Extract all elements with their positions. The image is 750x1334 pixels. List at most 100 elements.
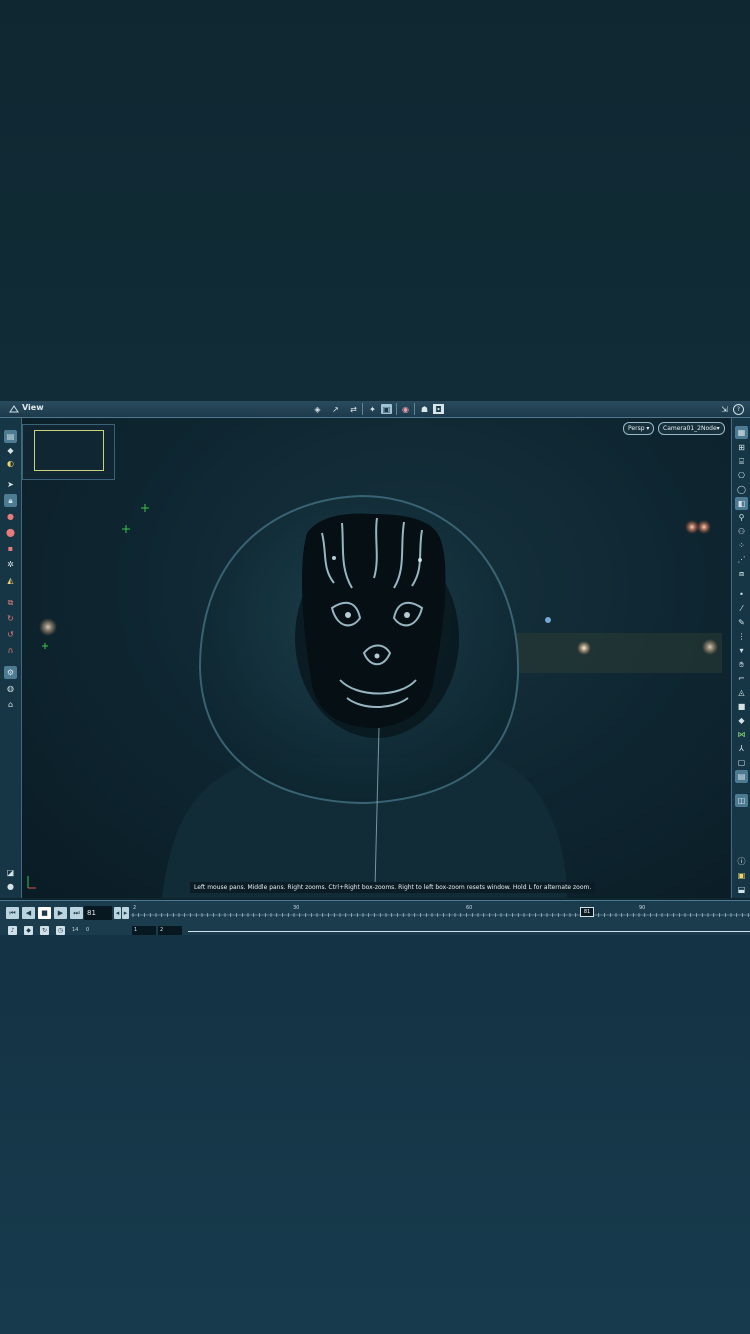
frame-increment-icon[interactable]: ▸ <box>122 907 129 919</box>
tick-label: 60 <box>466 905 473 911</box>
ortho-icon[interactable]: ◯ <box>735 483 748 496</box>
divider <box>396 403 397 415</box>
scene-render <box>27 494 722 898</box>
butterfly-icon[interactable]: ⋈ <box>735 728 748 741</box>
playbar: ⏮ ◀ ■ ▶ ⏭ 81 ◂ ▸ 2 30 60 90 81 ♪ ◆ ↻ ◷ 1… <box>0 900 750 935</box>
pivot-icon[interactable]: ↺ <box>4 628 17 641</box>
persp-icon[interactable]: ⎔ <box>735 469 748 482</box>
camera-menu[interactable]: Camera01_2Node▾ <box>658 422 725 435</box>
diamond-icon[interactable]: ◆ <box>735 714 748 727</box>
houdini-window: View ◈ ↗ ⇄ ✦ ▣ ◉ ☗ ◘ ⇲ ? ▤ ◆ ◐ ➤ 🔒︎ ● ⬤ … <box>0 401 750 935</box>
vertex-icon[interactable]: ⋮ <box>735 630 748 643</box>
transform-icon[interactable]: ✲ <box>4 558 17 571</box>
view-shaded-icon[interactable]: ▣ <box>381 404 392 414</box>
render-region-icon[interactable]: ⚙ <box>4 666 17 679</box>
magnet-red-icon[interactable]: ▪ <box>4 542 17 555</box>
current-frame-field[interactable]: 81 <box>84 906 112 920</box>
viewport-hint: Left mouse pans. Middle pans. Right zoom… <box>190 882 596 893</box>
step-back-icon[interactable]: ◀ <box>22 907 35 919</box>
help-glyph: ? <box>736 406 741 413</box>
range-start-field[interactable]: 1 <box>132 926 156 935</box>
lock-camera-icon[interactable]: ⌸ <box>735 455 748 468</box>
pose-icon[interactable]: ⬤ <box>4 526 17 539</box>
view-render-icon[interactable]: ◉ <box>400 404 411 414</box>
magnet-icon[interactable]: ∩ <box>4 644 17 657</box>
divider <box>362 403 363 415</box>
view-orbit-icon[interactable]: ↗ <box>330 404 341 414</box>
info-icon[interactable]: ⓘ <box>735 855 748 868</box>
edge-icon[interactable]: ⁄ <box>735 602 748 615</box>
box-icon[interactable]: ▢ <box>735 756 748 769</box>
display-icon[interactable]: ▤ <box>4 430 17 443</box>
fill-icon[interactable]: ▾ <box>735 644 748 657</box>
scene-viewport[interactable]: Persp ▾ Camera01_2Node▾ Left mouse pans.… <box>22 418 730 898</box>
jump-start-icon[interactable]: ⏮ <box>6 907 19 919</box>
eraser-icon[interactable]: ◪ <box>4 866 17 879</box>
range-row: ♪ ◆ ↻ ◷ 14 0 1 2 <box>0 925 750 935</box>
square-icon[interactable]: ■ <box>735 700 748 713</box>
hand-icon[interactable]: ✋︎ <box>735 658 748 671</box>
background-icon[interactable]: ▤ <box>735 770 748 783</box>
jump-end-icon[interactable]: ⏭ <box>70 907 83 919</box>
render-view-icon[interactable]: ◫ <box>735 794 748 807</box>
realtime-icon[interactable]: ◷ <box>56 926 65 935</box>
step-label: 14 <box>72 927 79 933</box>
dot-icon[interactable]: • <box>735 588 748 601</box>
snap-icon[interactable]: ● <box>4 510 17 523</box>
handle-icon[interactable]: ◭ <box>4 574 17 587</box>
view-wire-icon[interactable]: ◘ <box>433 404 444 414</box>
grid-icon[interactable]: ⊞ <box>735 441 748 454</box>
tick-label: 90 <box>639 905 646 911</box>
timeline-ruler[interactable]: 2 30 60 90 81 <box>131 905 750 921</box>
ghost-icon[interactable]: ◆ <box>4 444 17 457</box>
audio-icon[interactable]: ♪ <box>8 926 17 935</box>
split-icon[interactable]: ⅄ <box>735 742 748 755</box>
cubes-icon[interactable]: ⧈ <box>735 567 748 580</box>
view-camera-icon[interactable]: ☗ <box>419 404 430 414</box>
rotate-icon[interactable]: ↻ <box>4 612 17 625</box>
view-select-icon[interactable]: ◈ <box>312 404 323 414</box>
tick-label: 2 <box>133 905 137 911</box>
points-icon[interactable]: ⁘ <box>735 539 748 552</box>
minimap-view-rect[interactable] <box>34 430 104 471</box>
houdini-logo-icon <box>9 405 19 413</box>
lock-icon[interactable]: 🔒︎ <box>4 494 17 507</box>
paint-icon[interactable]: ⌂ <box>4 698 17 711</box>
tick-label: 30 <box>293 905 300 911</box>
timeline-frame-marker[interactable]: 81 <box>580 907 594 917</box>
link-icon[interactable]: ⇲ <box>719 404 730 414</box>
view-object-icon[interactable]: ✦ <box>367 404 378 414</box>
normals-icon[interactable]: ⋰ <box>735 553 748 566</box>
persp-menu[interactable]: Persp ▾ <box>623 422 655 435</box>
play-icon[interactable]: ▶ <box>54 907 67 919</box>
select-arrow-icon[interactable]: ➤ <box>4 478 17 491</box>
help-icon[interactable]: ? <box>733 404 744 415</box>
display-options-icon[interactable]: ▦ <box>735 426 748 439</box>
right-toolbar: ▦ ⊞ ⌸ ⎔ ◯ ◧ ⚲ ⚇ ⁘ ⋰ ⧈ • ⁄ ✎ ⋮ ▾ ✋︎ ⌐ ◬ ■… <box>731 418 750 898</box>
bulb-icon[interactable]: ⚲ <box>735 511 748 524</box>
minimap-panel[interactable] <box>22 424 115 480</box>
shading-icon[interactable]: ◧ <box>735 497 748 510</box>
keys-icon[interactable]: ◆ <box>24 926 33 935</box>
brush-icon[interactable]: ✎ <box>735 616 748 629</box>
frame-icon[interactable]: ⌐ <box>735 672 748 685</box>
divider <box>414 403 415 415</box>
stop-icon[interactable]: ■ <box>38 907 51 919</box>
scale-icon[interactable]: ⧉ <box>4 596 17 609</box>
people-icon[interactable]: ⚇ <box>735 525 748 538</box>
pane-title: View <box>22 403 44 412</box>
range-end-field[interactable]: 2 <box>158 926 182 935</box>
snapshot-icon[interactable]: ▣ <box>735 869 748 882</box>
step-value: 0 <box>86 927 90 933</box>
sphere-icon[interactable]: ● <box>4 880 17 893</box>
ruler-ticks <box>131 913 750 917</box>
frame-decrement-icon[interactable]: ◂ <box>114 907 121 919</box>
range-slider-track[interactable] <box>188 931 750 932</box>
loop-icon[interactable]: ↻ <box>40 926 49 935</box>
paint-bucket-icon[interactable]: ◬ <box>735 686 748 699</box>
viewport-titlebar: View ◈ ↗ ⇄ ✦ ▣ ◉ ☗ ◘ ⇲ ? <box>0 401 750 418</box>
export-icon[interactable]: ⬓ <box>735 883 748 896</box>
light-icon[interactable]: ◐ <box>4 457 17 470</box>
flipbook-icon[interactable]: ◍ <box>4 682 17 695</box>
view-pan-icon[interactable]: ⇄ <box>348 404 359 414</box>
